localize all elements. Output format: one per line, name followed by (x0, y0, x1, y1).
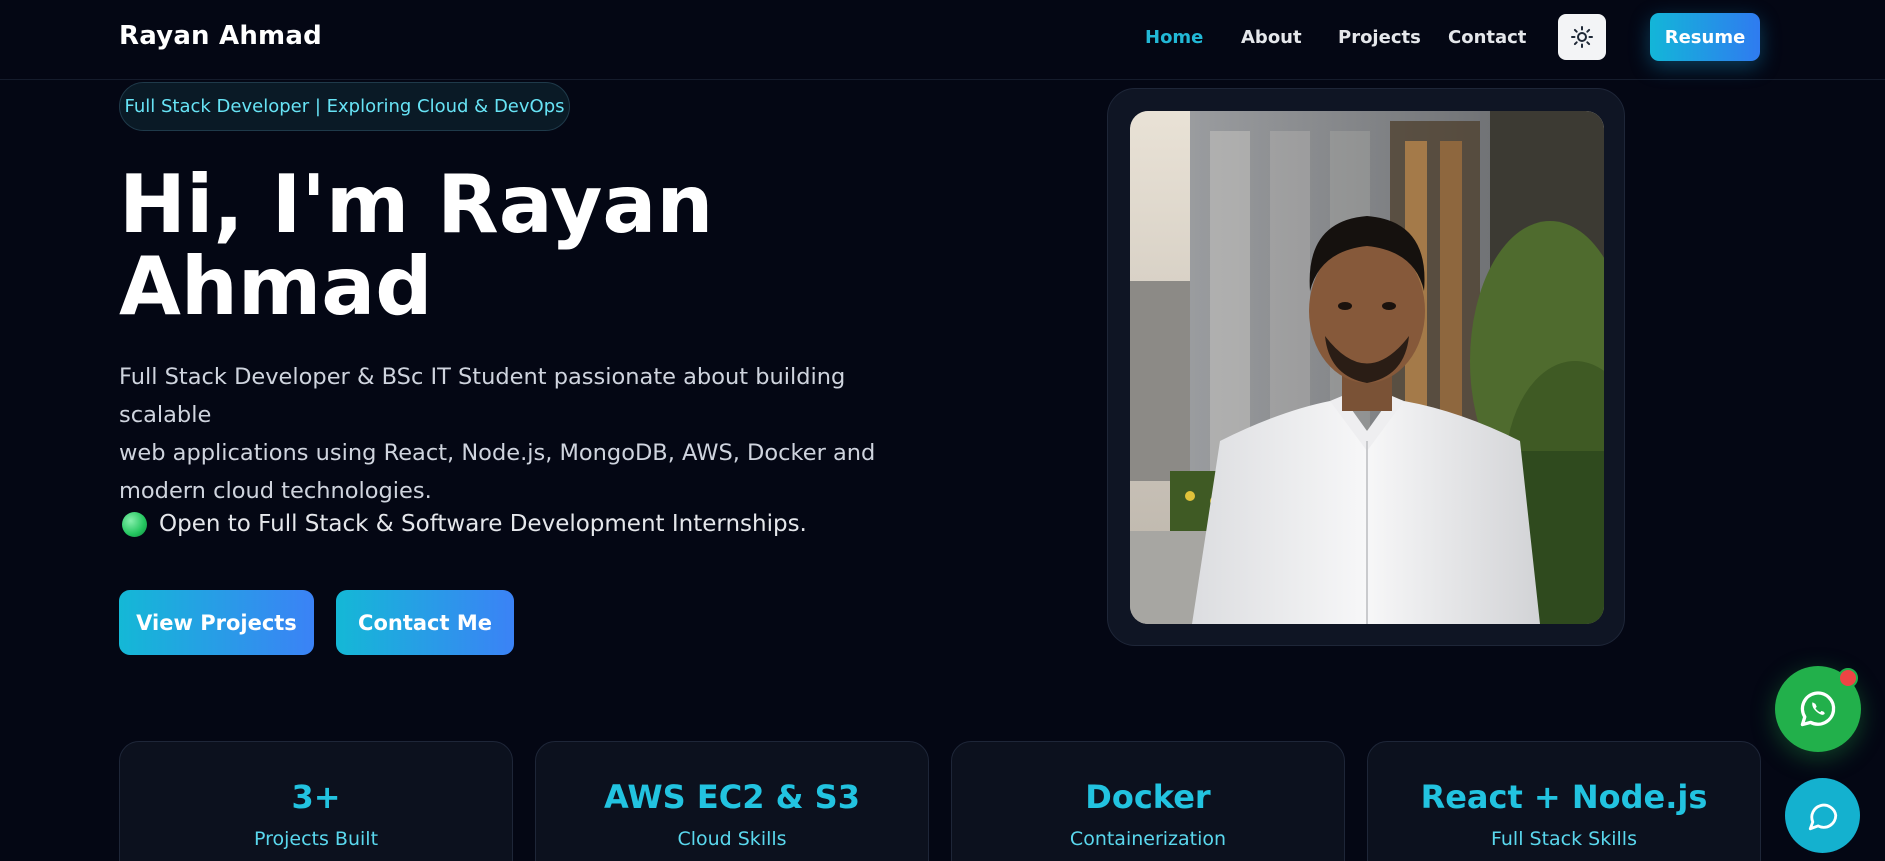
stat-label: Projects Built (253, 828, 379, 850)
sun-icon (1571, 26, 1593, 48)
nav-home[interactable]: Home (1145, 27, 1203, 48)
stat-label: Full Stack Skills (1491, 828, 1637, 850)
nav-projects[interactable]: Projects (1338, 27, 1421, 48)
hero-title: Hi, I'm Rayan Ahmad (119, 164, 879, 328)
brand-name[interactable]: Rayan Ahmad (119, 21, 322, 51)
notification-badge (1838, 668, 1858, 688)
stat-card-docker: Docker Containerization (951, 741, 1345, 861)
hero-description-line-2: web applications using React, Node.js, M… (119, 440, 876, 466)
hero-title-line-1: Hi, I'm Rayan (119, 158, 714, 251)
stat-card-cloud: AWS EC2 & S3 Cloud Skills (535, 741, 929, 861)
profile-photo (1130, 111, 1604, 624)
stat-label: Cloud Skills (677, 828, 787, 850)
stat-card-projects: 3+ Projects Built (119, 741, 513, 861)
role-badge: Full Stack Developer | Exploring Cloud &… (119, 82, 570, 131)
status-dot-icon (122, 511, 147, 537)
profile-photo-illustration (1130, 111, 1604, 624)
contact-me-button[interactable]: Contact Me (336, 590, 514, 655)
view-projects-button[interactable]: View Projects (119, 590, 314, 655)
whatsapp-icon (1800, 691, 1836, 727)
nav-contact[interactable]: Contact (1448, 27, 1526, 48)
navbar: Rayan Ahmad Home About Projects Contact … (0, 0, 1885, 80)
stat-label: Containerization (1069, 828, 1227, 850)
availability-status: Open to Full Stack & Software Developmen… (122, 511, 807, 537)
chat-button[interactable] (1785, 778, 1860, 853)
stat-card-fullstack: React + Node.js Full Stack Skills (1367, 741, 1761, 861)
theme-toggle-button[interactable] (1558, 14, 1606, 60)
stat-value: 3+ (291, 778, 341, 816)
stat-value: AWS EC2 & S3 (604, 778, 860, 816)
hero-description-line-1: Full Stack Developer & BSc IT Student pa… (119, 364, 846, 428)
portfolio-page: Rayan Ahmad Home About Projects Contact … (0, 0, 1885, 861)
availability-text: Open to Full Stack & Software Developmen… (159, 511, 807, 537)
hero-description-line-3: modern cloud technologies. (119, 478, 432, 504)
stat-value: Docker (1085, 778, 1211, 816)
nav-about[interactable]: About (1241, 27, 1302, 48)
hero-description: Full Stack Developer & BSc IT Student pa… (119, 358, 919, 510)
resume-button[interactable]: Resume (1650, 13, 1760, 61)
chat-bubble-icon (1808, 803, 1837, 830)
stat-value: React + Node.js (1420, 778, 1708, 816)
profile-photo-frame (1107, 88, 1625, 646)
hero-title-line-2: Ahmad (119, 240, 433, 333)
